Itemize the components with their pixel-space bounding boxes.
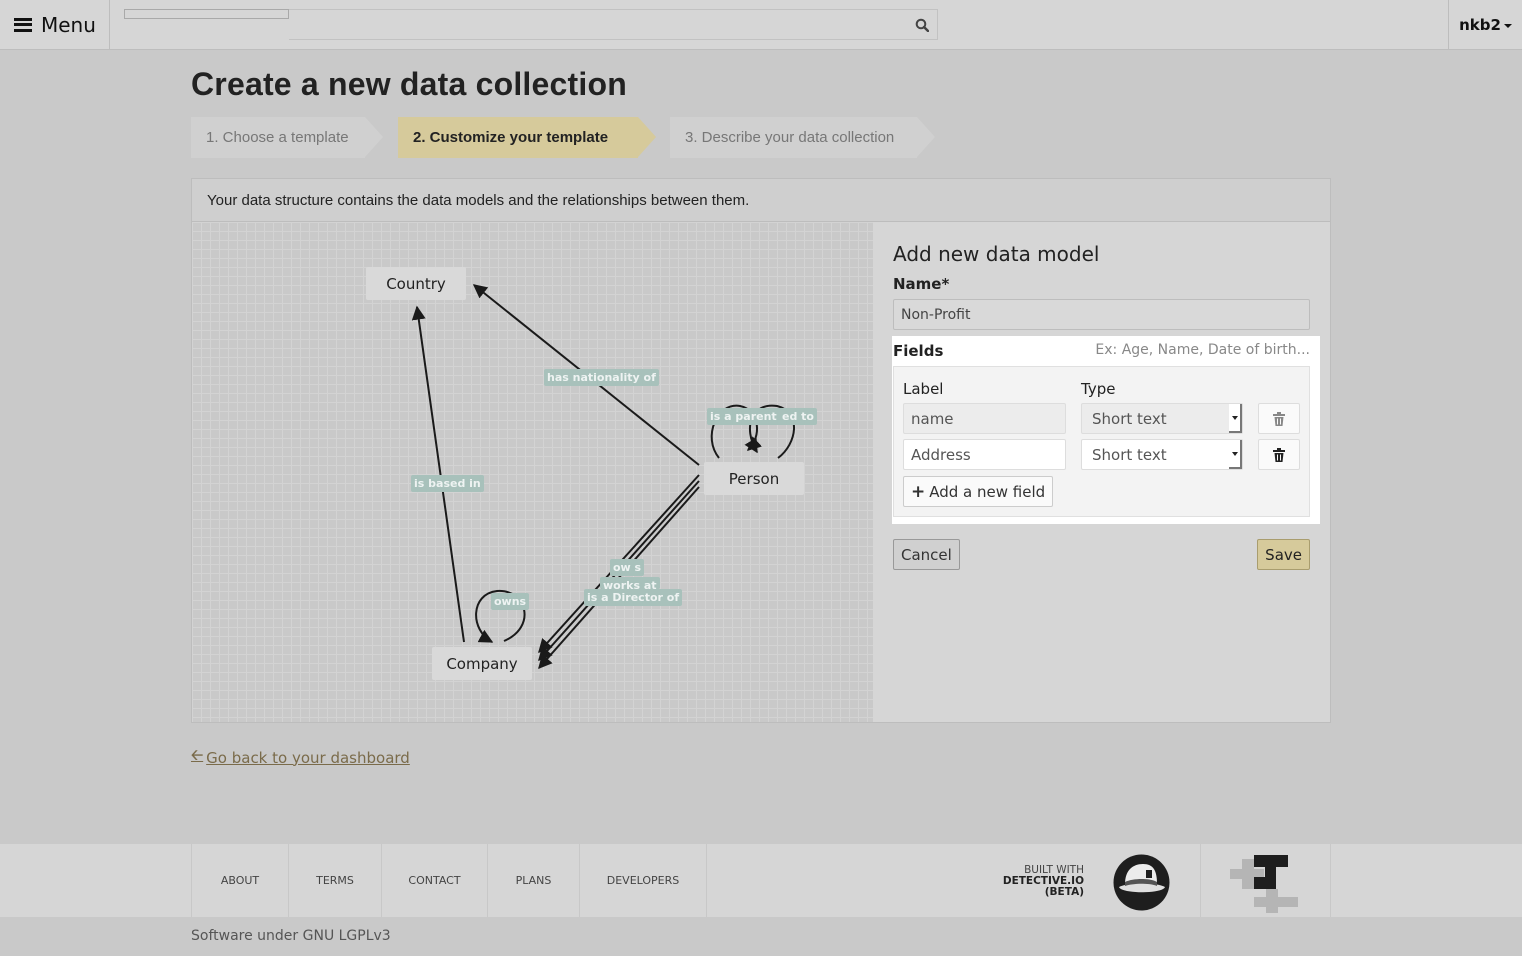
edge-label-person-owns[interactable]: ow s — [610, 559, 645, 576]
type-column-header: Type — [1081, 380, 1116, 398]
panel-intro-text: Your data structure contains the data mo… — [192, 179, 1330, 222]
edge-label-is-related-to[interactable]: ed to — [779, 408, 817, 425]
add-field-label: Add a new field — [929, 482, 1046, 501]
built-with-text: BUILT WITH DETECTIVE.IO (BETA) — [1000, 865, 1084, 898]
form-title: Add new data model — [893, 242, 1100, 266]
edge-label-is-based-in[interactable]: is based in — [411, 475, 484, 492]
delete-field-button[interactable] — [1258, 439, 1300, 470]
edge-label-company-owns[interactable]: owns — [491, 593, 530, 610]
footer-link-contact[interactable]: Contact — [382, 844, 488, 917]
user-menu[interactable]: nkb2 — [1448, 0, 1522, 49]
step-describe-collection[interactable]: 3. Describe your data collection — [670, 117, 935, 158]
beta-tag: (BETA) — [1044, 886, 1084, 898]
edge-label-has-nationality-of[interactable]: has nationality of — [544, 369, 659, 386]
page-title: Create a new data collection — [191, 66, 627, 102]
footer-link-plans[interactable]: Plans — [488, 844, 580, 917]
plus-icon: + — [911, 481, 926, 502]
footer-link-terms[interactable]: Terms — [289, 844, 382, 917]
search-icon[interactable] — [915, 18, 929, 32]
chevron-down-icon — [1229, 404, 1242, 433]
edge-label-is-a-director-of[interactable]: is a Director of — [584, 589, 683, 606]
delete-field-button[interactable] — [1258, 403, 1300, 434]
footer-link-about[interactable]: About — [192, 844, 289, 917]
fields-table: Label Type Short text — [893, 366, 1310, 517]
fields-hint: Ex: Age, Name, Date of birth... — [1095, 342, 1310, 358]
search-input[interactable] — [289, 9, 938, 40]
footer-divider — [1330, 844, 1331, 917]
label-column-header: Label — [903, 380, 944, 398]
footer-divider — [1200, 844, 1201, 917]
field-type-value: Short text — [1092, 409, 1167, 428]
back-to-dashboard-link[interactable]: 🡠 Go back to your dashboard — [191, 745, 410, 770]
name-input[interactable] — [893, 299, 1310, 330]
footer-links: About Terms Contact Plans Developers — [191, 844, 707, 917]
field-label-input[interactable] — [903, 439, 1066, 470]
fields-title: Fields — [893, 342, 944, 360]
edge-label-works-at[interactable]: works at — [600, 577, 660, 589]
field-label-input — [903, 403, 1066, 434]
node-person[interactable]: Person — [704, 462, 804, 495]
footer-link-developers[interactable]: Developers — [580, 844, 707, 917]
arrow-left-icon: 🡠 — [191, 746, 204, 764]
license-text: Software under GNU LGPLv3 — [191, 928, 391, 944]
search-progress-bar — [124, 9, 289, 19]
field-type-select[interactable]: Short text — [1081, 439, 1243, 470]
name-label: Name* — [893, 275, 950, 293]
fields-section: Fields Ex: Age, Name, Date of birth... L… — [892, 336, 1320, 524]
data-structure-panel: Your data structure contains the data mo… — [191, 178, 1331, 723]
field-type-select: Short text — [1081, 403, 1243, 434]
field-type-value: Short text — [1092, 445, 1167, 464]
trash-icon — [1273, 447, 1285, 462]
step-choose-template[interactable]: 1. Choose a template — [191, 117, 383, 158]
node-country[interactable]: Country — [366, 267, 466, 300]
trash-icon — [1273, 411, 1285, 426]
data-model-graph[interactable]: Country Person Company has nationality o… — [192, 222, 873, 722]
add-data-model-form: Add new data model Name* Fields Ex: Age,… — [873, 222, 1330, 722]
chevron-down-icon — [1229, 440, 1242, 469]
caret-down-icon — [1503, 23, 1512, 28]
brand-logo[interactable] — [1230, 853, 1302, 913]
node-company[interactable]: Company — [432, 647, 532, 680]
username: nkb2 — [1459, 15, 1501, 34]
cancel-button[interactable]: Cancel — [893, 539, 960, 570]
save-button[interactable]: Save — [1257, 539, 1310, 570]
hamburger-icon — [14, 17, 32, 32]
menu-button[interactable]: Menu — [0, 0, 110, 49]
top-navbar: Menu nkb2 — [0, 0, 1522, 50]
back-link-label: Go back to your dashboard — [206, 748, 410, 767]
detective-hat-logo[interactable] — [1113, 854, 1170, 911]
add-field-button[interactable]: + Add a new field — [903, 476, 1054, 507]
step-customize-template[interactable]: 2. Customize your template — [398, 117, 656, 158]
menu-label: Menu — [41, 12, 96, 37]
